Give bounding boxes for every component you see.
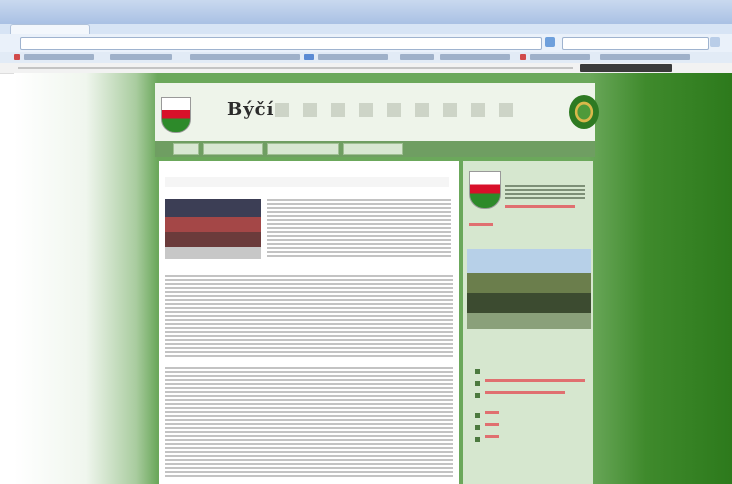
website: Býčí (155, 83, 599, 484)
favorite-icon[interactable] (14, 54, 20, 60)
article-paragraph-2 (165, 367, 453, 479)
go-icon[interactable] (545, 37, 555, 47)
info-text (18, 67, 573, 69)
browser-titlebar (0, 0, 732, 24)
list-bullet (475, 425, 480, 430)
main-nav (155, 141, 595, 157)
list-bullet (475, 413, 480, 418)
article-paragraph-1 (165, 275, 453, 359)
page-viewport: Býčí (14, 73, 732, 484)
sidebar-link[interactable] (469, 223, 493, 226)
sidebar-photo[interactable] (467, 249, 591, 329)
crest-icon[interactable] (161, 97, 191, 133)
header-banner-text (275, 103, 525, 117)
sidebar-link-bar[interactable] (505, 205, 575, 208)
list-bullet (475, 381, 480, 386)
favorite-link[interactable] (400, 54, 434, 60)
favorite-link[interactable] (600, 54, 690, 60)
tab-strip (0, 24, 732, 34)
article-photo[interactable] (165, 199, 261, 259)
favorite-link[interactable] (440, 54, 510, 60)
info-button[interactable] (580, 64, 672, 72)
article-headline[interactable] (165, 177, 449, 187)
sidebar (463, 161, 593, 484)
intro-paragraph (267, 199, 451, 259)
main-content (159, 161, 459, 484)
nav-item-home[interactable] (173, 143, 199, 155)
sidebar-list-item[interactable] (485, 423, 499, 426)
nav-item-2[interactable] (203, 143, 263, 155)
site-header: Býčí (155, 83, 599, 141)
browser-tab[interactable] (10, 24, 90, 34)
favorite-link[interactable] (318, 54, 388, 60)
list-bullet (475, 393, 480, 398)
nav-item-4[interactable] (343, 143, 403, 155)
list-bullet (475, 369, 480, 374)
site-title: Býčí (227, 99, 275, 120)
emblem-icon[interactable] (569, 95, 599, 129)
sidebar-list-item[interactable] (485, 379, 585, 382)
search-icon[interactable] (710, 37, 720, 47)
list-bullet (475, 437, 480, 442)
sidebar-text (505, 185, 585, 199)
sidebar-list-item[interactable] (485, 435, 499, 438)
address-bar (0, 34, 732, 52)
sidebar-list-item[interactable] (485, 391, 565, 394)
address-field[interactable] (20, 37, 542, 50)
favorite-icon[interactable] (520, 54, 526, 60)
search-input[interactable] (562, 37, 709, 50)
sidebar-list-item[interactable] (485, 411, 499, 414)
nav-item-3[interactable] (267, 143, 339, 155)
favorite-link[interactable] (110, 54, 172, 60)
crest-icon (469, 171, 501, 209)
favorite-link[interactable] (530, 54, 590, 60)
favorite-icon[interactable] (304, 54, 314, 60)
favorite-link[interactable] (24, 54, 94, 60)
favorite-link[interactable] (190, 54, 300, 60)
